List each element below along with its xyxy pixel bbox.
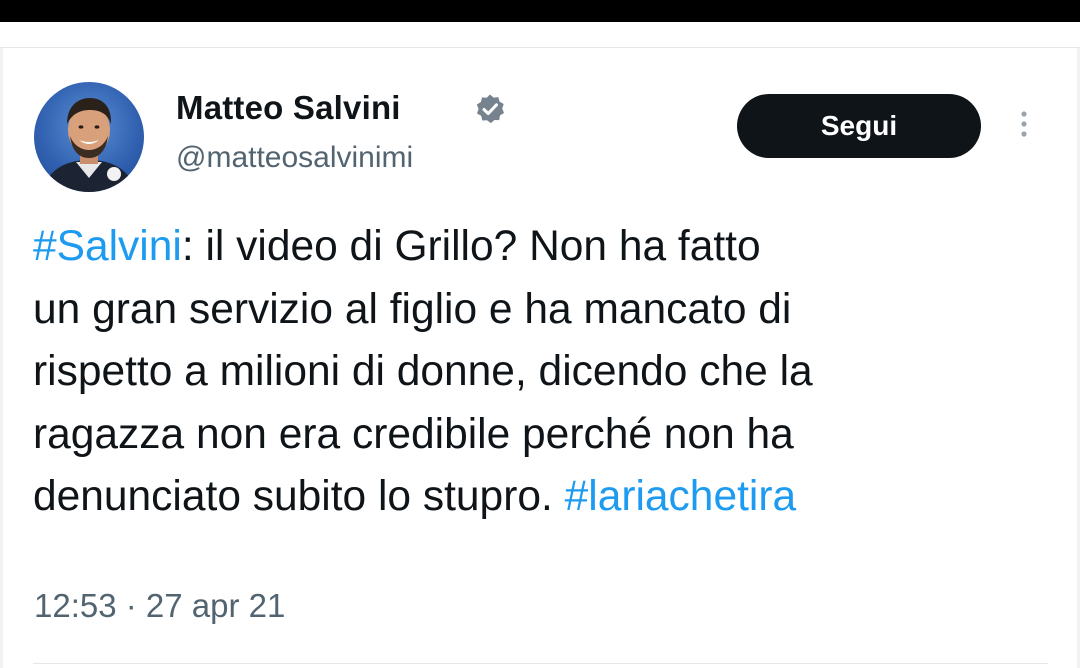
- bottom-divider: [33, 663, 1048, 664]
- tweet-text-segment: denunciato subito lo stupro.: [33, 473, 565, 520]
- tweet-line: #Salvini: il video di Grillo? Non ha fat…: [33, 216, 1043, 279]
- tweet-text-segment: un gran servizio al figlio e ha mancato …: [33, 285, 792, 333]
- top-divider: [0, 47, 1080, 48]
- tweet-timestamp[interactable]: 12:53 · 27 apr 21: [34, 586, 285, 626]
- top-status-bar: [0, 0, 1080, 22]
- tweet-text-segment: ragazza non era credibile perché non ha: [33, 410, 794, 458]
- avatar[interactable]: [34, 82, 144, 192]
- author-handle[interactable]: @matteosalvinimi: [176, 139, 413, 177]
- tweet-text-segment: rispetto a milioni di donne, dicendo che…: [33, 348, 813, 395]
- tweet-text-segment: : il video di Grillo? Non ha fatto: [181, 223, 761, 270]
- tweet-line: denunciato subito lo stupro. #lariacheti…: [33, 466, 1043, 529]
- tweet-line: ragazza non era credibile perché non ha: [33, 404, 1043, 467]
- verified-badge-icon: [476, 94, 504, 124]
- profile-photo-icon: [42, 98, 136, 192]
- hashtag-link[interactable]: #lariachetira: [565, 473, 797, 520]
- hashtag-link[interactable]: #Salvini: [33, 223, 182, 270]
- author-display-name[interactable]: Matteo Salvini: [176, 88, 401, 128]
- tweet-text: #Salvini: il video di Grillo? Non ha fat…: [33, 216, 1043, 529]
- more-vertical-icon[interactable]: [1014, 106, 1034, 146]
- follow-button[interactable]: Segui: [737, 94, 981, 158]
- left-border: [0, 48, 3, 668]
- tweet-line: rispetto a milioni di donne, dicendo che…: [33, 341, 1043, 404]
- tweet-line: un gran servizio al figlio e ha mancato …: [33, 279, 1043, 342]
